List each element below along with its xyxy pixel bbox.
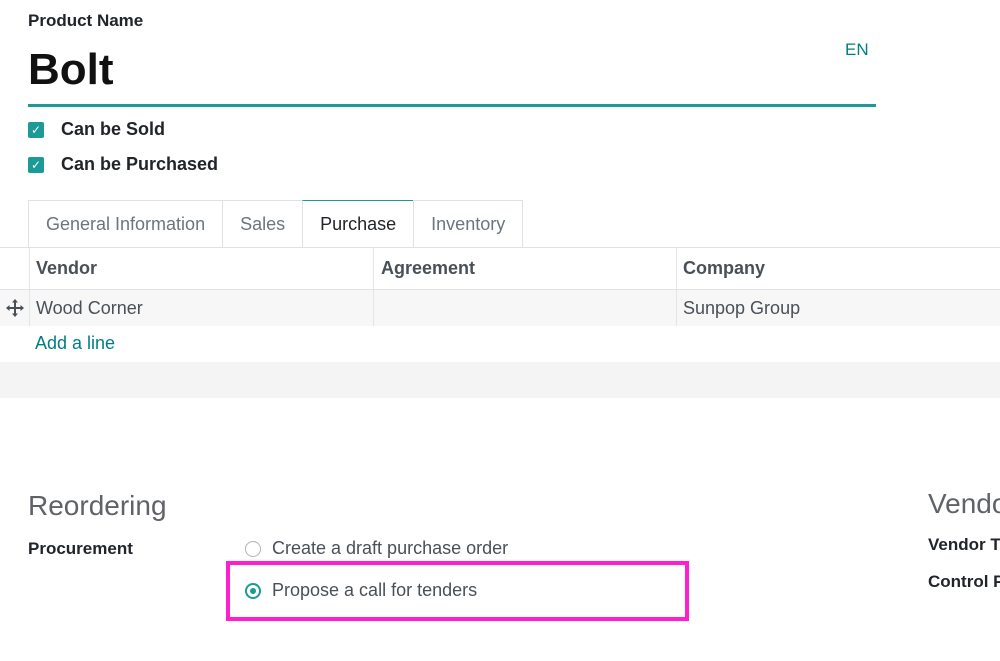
column-divider — [676, 248, 677, 289]
vendor-taxes-label: Vendor Taxes — [928, 535, 1000, 554]
product-name-underline — [28, 104, 876, 107]
vendor-table-header: Vendor Agreement Company — [0, 248, 1000, 290]
tab-sales[interactable]: Sales — [222, 200, 304, 247]
vendor-bills-section: Vendor Bills Vendor Taxes Control Policy — [928, 488, 1000, 608]
table-row[interactable]: Wood Corner Sunpop Group — [0, 290, 1000, 326]
can-be-sold-row[interactable]: ✓ Can be Sold — [28, 119, 165, 140]
product-name-input[interactable]: Bolt — [28, 44, 114, 96]
add-line-link[interactable]: Add a line — [35, 333, 115, 354]
tab-purchase[interactable]: Purchase — [302, 200, 415, 248]
language-button[interactable]: EN — [845, 40, 869, 60]
cell-vendor[interactable]: Wood Corner — [36, 290, 143, 326]
column-divider — [373, 290, 374, 326]
highlight-box — [226, 561, 689, 621]
can-be-sold-label: Can be Sold — [61, 119, 166, 139]
column-company[interactable]: Company — [683, 248, 765, 289]
column-divider — [29, 290, 30, 326]
radio-create-draft-po[interactable]: Create a draft purchase order — [245, 538, 508, 559]
product-name-label: Product Name — [28, 11, 144, 30]
tab-inventory[interactable]: Inventory — [413, 200, 524, 247]
table-footer — [0, 362, 1000, 398]
vendor-bills-title: Vendor Bills — [928, 488, 1000, 519]
radio-label: Create a draft purchase order — [272, 538, 509, 558]
can-be-purchased-row[interactable]: ✓ Can be Purchased — [28, 154, 218, 175]
column-divider — [373, 248, 374, 289]
radio-button[interactable] — [245, 540, 261, 557]
column-divider — [676, 290, 677, 326]
column-divider — [29, 248, 30, 289]
column-agreement[interactable]: Agreement — [381, 248, 475, 289]
can-be-sold-checkbox[interactable]: ✓ — [28, 121, 44, 138]
tab-general-information[interactable]: General Information — [28, 200, 224, 247]
can-be-purchased-checkbox[interactable]: ✓ — [28, 156, 44, 173]
cell-company[interactable]: Sunpop Group — [683, 290, 800, 326]
drag-handle-icon[interactable] — [4, 290, 26, 326]
control-policy-label: Control Policy — [928, 572, 1000, 591]
can-be-purchased-label: Can be Purchased — [61, 154, 219, 174]
reordering-title: Reordering — [28, 490, 167, 521]
product-tabs: General Information Sales Purchase Inven… — [28, 200, 524, 248]
column-vendor[interactable]: Vendor — [36, 248, 97, 289]
procurement-label: Procurement — [28, 539, 133, 558]
